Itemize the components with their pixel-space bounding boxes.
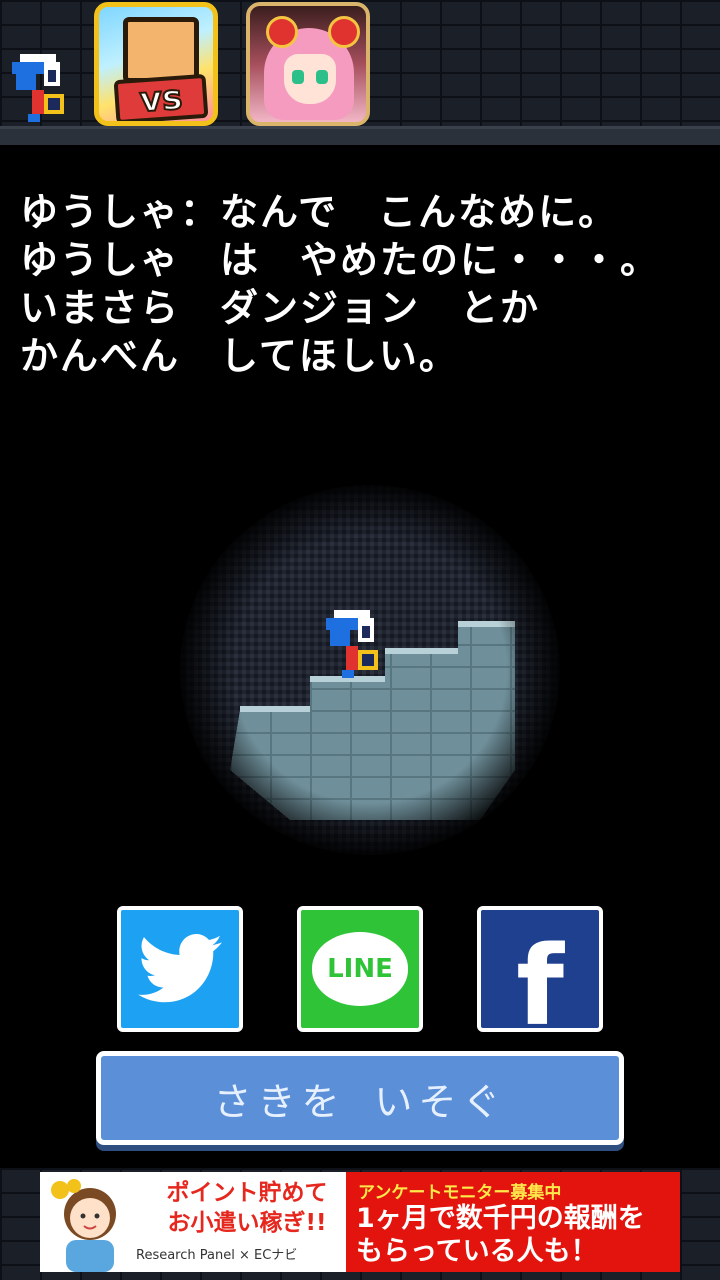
ad-brand: Research Panel × ECナビ xyxy=(136,1248,298,1263)
hero-sprite-icon xyxy=(12,54,64,122)
proceed-button-label: さきを いそぐ xyxy=(213,1079,507,1124)
angry-face-icon xyxy=(123,17,199,83)
eye-icon xyxy=(292,70,304,84)
dialogue-line: ゆうしゃ は やめたのに・・・。 xyxy=(20,238,661,282)
anime-game-app-icon[interactable] xyxy=(246,2,370,126)
ad-right-panel: アンケートモニター募集中 1ヶ月で数千円の報酬を もらっている人も！ xyxy=(346,1172,680,1272)
line-label: LINE xyxy=(327,954,393,984)
dialogue-box: ゆうしゃ：なんで こんなめに。 ゆうしゃ は やめたのに・・・。 いまさら ダン… xyxy=(20,188,710,380)
dungeon-stairs-scene xyxy=(175,480,565,860)
proceed-button[interactable]: さきを いそぐ xyxy=(96,1051,624,1145)
ad-copy: 1ヶ月で数千円の報酬を もらっている人も！ xyxy=(356,1203,645,1267)
twitter-share-button[interactable] xyxy=(117,906,243,1032)
dialogue-line: ゆうしゃ：なんで こんなめに。 xyxy=(20,190,619,234)
facebook-share-button[interactable]: f xyxy=(477,906,603,1041)
flower-icon xyxy=(328,16,360,48)
ad-banner[interactable]: ポイント貯めて お小遣い稼ぎ!! Research Panel × ECナビ ア… xyxy=(40,1172,680,1272)
flower-icon xyxy=(266,16,298,48)
woman-illustration-icon xyxy=(51,1179,116,1272)
dialogue-line: かんべん してほしい。 xyxy=(20,334,459,378)
line-share-button[interactable]: LINE xyxy=(297,906,423,1032)
dialogue-line: いまさら ダンジョン とか xyxy=(20,286,541,330)
ad-headline: ポイント貯めて お小遣い稼ぎ!! xyxy=(166,1180,328,1236)
vs-game-app-icon[interactable]: vs xyxy=(94,2,218,126)
twitter-bird-icon xyxy=(138,934,222,1003)
line-bubble-icon: LINE xyxy=(312,932,408,1006)
ad-kicker: アンケートモニター募集中 xyxy=(358,1183,562,1203)
eye-icon xyxy=(316,70,328,84)
ad-left-panel: ポイント貯めて お小遣い稼ぎ!! Research Panel × ECナビ xyxy=(40,1172,346,1272)
facebook-f-icon: f xyxy=(516,922,564,1050)
vs-badge-icon: vs xyxy=(113,73,209,121)
